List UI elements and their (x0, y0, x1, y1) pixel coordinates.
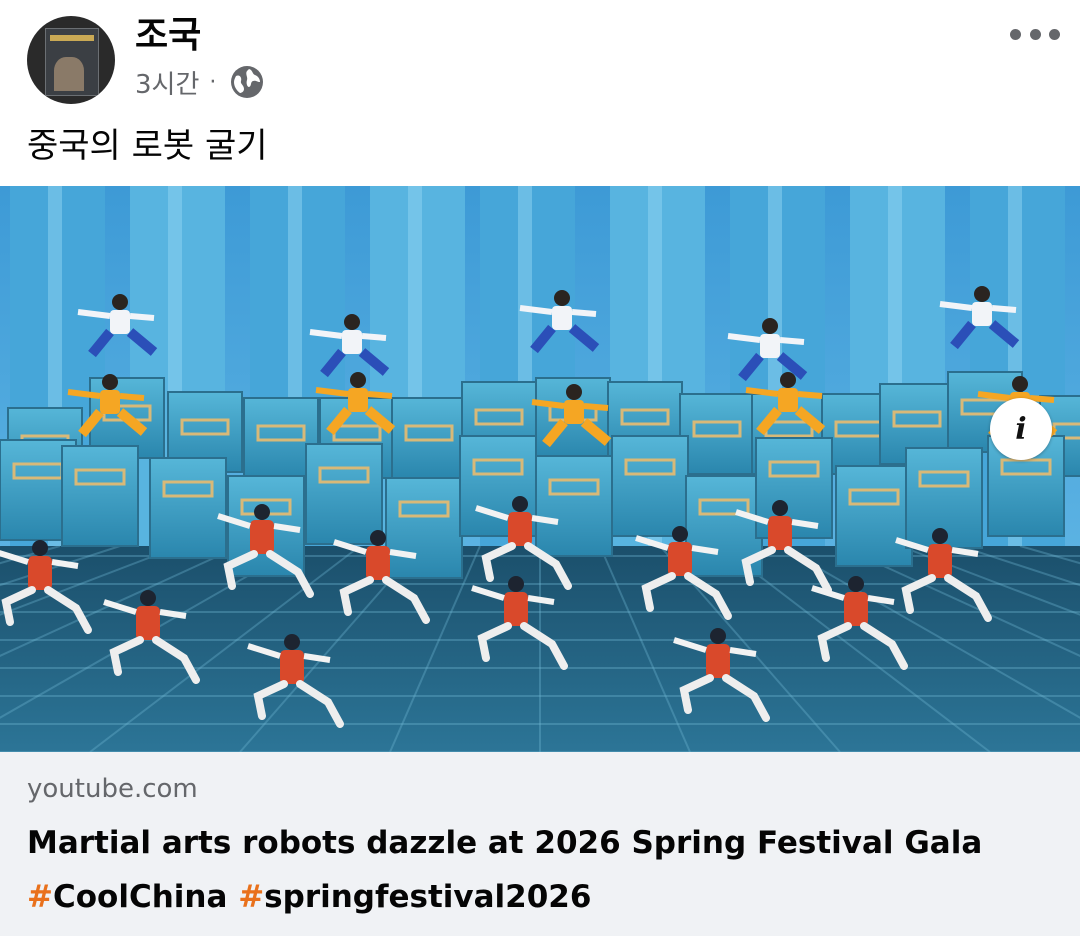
avatar-book-image (45, 28, 99, 96)
stage-scene (0, 186, 1080, 752)
hashtag-coolchina[interactable]: CoolChina (53, 879, 227, 915)
link-title-block: Martial arts robots dazzle at 2026 Sprin… (27, 816, 1057, 924)
post-meta: 3시간 · (135, 62, 264, 102)
more-options-icon[interactable] (1010, 22, 1060, 46)
avatar[interactable] (27, 16, 115, 104)
info-icon[interactable]: i (990, 398, 1052, 460)
hashtag-symbol: # (238, 879, 265, 915)
post-time[interactable]: 3시간 (135, 64, 199, 101)
stage-block (679, 393, 755, 475)
stage-block (391, 397, 467, 479)
hashtag-springfestival2026[interactable]: springfestival2026 (264, 879, 591, 915)
globe-icon (231, 66, 264, 98)
post-header: 조국 3시간 · (0, 0, 1080, 120)
stage-block (535, 455, 613, 557)
stage-block (149, 457, 227, 559)
stage-block (385, 477, 463, 579)
link-preview[interactable]: youtube.com Martial arts robots dazzle a… (0, 752, 1080, 936)
link-domain: youtube.com (27, 774, 198, 804)
stage-block (305, 443, 383, 545)
link-preview-image[interactable]: i (0, 186, 1080, 752)
stage-block (835, 465, 913, 567)
link-title: Martial arts robots dazzle at 2026 Sprin… (27, 825, 983, 861)
post-text: 중국의 로봇 굴기 (27, 126, 268, 166)
author-name[interactable]: 조국 (135, 6, 201, 58)
stage-block (61, 445, 139, 547)
stage-block (611, 435, 689, 537)
hashtag-symbol: # (27, 879, 53, 915)
meta-separator: · (209, 69, 217, 95)
